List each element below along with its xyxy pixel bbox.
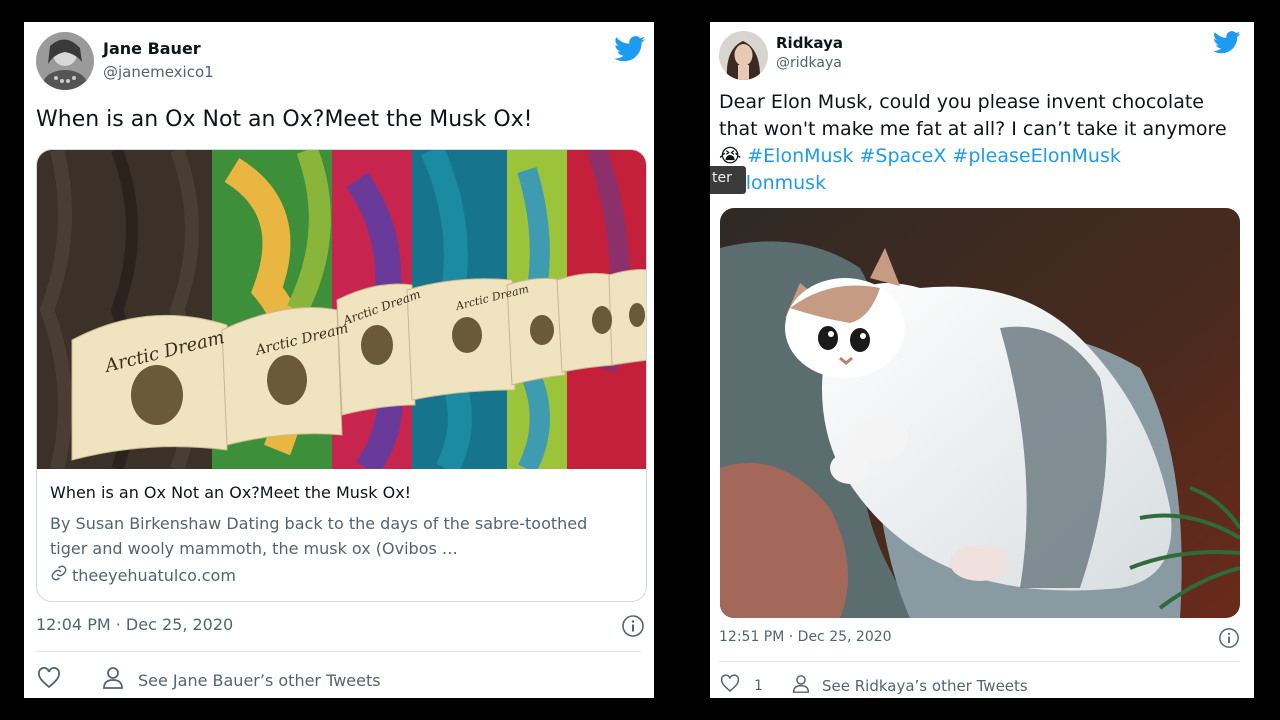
user-handle[interactable]: @ridkaya: [776, 55, 842, 71]
see-other-tweets-link[interactable]: See Ridkaya’s other Tweets: [792, 674, 1028, 698]
person-icon: [792, 674, 810, 698]
tweet-text: When is an Ox Not an Ox?Meet the Musk Ox…: [36, 107, 533, 132]
see-other-tweets-label: See Jane Bauer’s other Tweets: [138, 670, 381, 690]
link-domain-text: theeyehuatulco.com: [72, 565, 236, 585]
person-icon: [102, 666, 124, 694]
like-button[interactable]: 1: [720, 674, 763, 697]
tweet-timestamp[interactable]: 12:51 PM · Dec 25, 2020: [719, 629, 892, 645]
tweet-card-jane-bauer: Jane Bauer @janemexico1 When is an Ox No…: [24, 22, 654, 698]
info-icon[interactable]: [621, 614, 645, 642]
avatar[interactable]: [36, 32, 94, 90]
crying-emoji: 😭: [719, 145, 742, 167]
tweet-text-line: that won't make me fat at all? I can’t t…: [719, 118, 1227, 140]
hashtag-pleaseelonmusk[interactable]: #pleaseElonMusk: [952, 145, 1120, 167]
link-description: By Susan Birkenshaw Dating back to the d…: [50, 514, 588, 558]
see-other-tweets-label: See Ridkaya’s other Tweets: [822, 677, 1028, 695]
tweet-hashtag-line: elonmusk: [719, 170, 1239, 197]
twitter-bird-icon[interactable]: [614, 36, 646, 66]
tweet-text-line: Dear Elon Musk, could you please invent …: [719, 91, 1204, 113]
hashtag-elonmusk[interactable]: #ElonMusk: [747, 145, 853, 167]
cat-painting-image[interactable]: [720, 208, 1240, 618]
yarn-skeins-image: Arctic Dream Arctic Dream Arctic Dream A…: [37, 150, 646, 477]
heart-icon: [720, 674, 740, 697]
twitter-bird-icon[interactable]: [1212, 31, 1241, 58]
display-name[interactable]: Ridkaya: [776, 34, 843, 52]
link-preview-card[interactable]: Arctic Dream Arctic Dream Arctic Dream A…: [36, 149, 647, 602]
tweet-hashtag-line: 😭 #ElonMusk #SpaceX #pleaseElonMusk: [719, 143, 1239, 170]
divider: [36, 651, 641, 652]
user-handle[interactable]: @janemexico1: [103, 63, 214, 81]
link-icon: [50, 564, 68, 586]
avatar[interactable]: [719, 31, 768, 80]
display-name[interactable]: Jane Bauer: [103, 39, 201, 58]
hashtag-spacex[interactable]: #SpaceX: [860, 145, 947, 167]
divider: [719, 661, 1239, 662]
like-count: 1: [754, 677, 763, 694]
see-other-tweets-link[interactable]: See Jane Bauer’s other Tweets: [102, 666, 381, 694]
tweet-text: Dear Elon Musk, could you please invent …: [719, 89, 1239, 197]
tooltip-tab[interactable]: ter: [710, 166, 746, 194]
heart-icon: [37, 667, 61, 693]
like-button[interactable]: [37, 667, 61, 693]
tweet-timestamp[interactable]: 12:04 PM · Dec 25, 2020: [36, 615, 233, 634]
link-title[interactable]: When is an Ox Not an Ox?Meet the Musk Ox…: [50, 483, 411, 502]
tweet-card-ridkaya: Ridkaya @ridkaya Dear Elon Musk, could y…: [710, 22, 1254, 698]
link-domain[interactable]: theeyehuatulco.com: [50, 564, 236, 586]
info-icon[interactable]: [1218, 627, 1240, 653]
